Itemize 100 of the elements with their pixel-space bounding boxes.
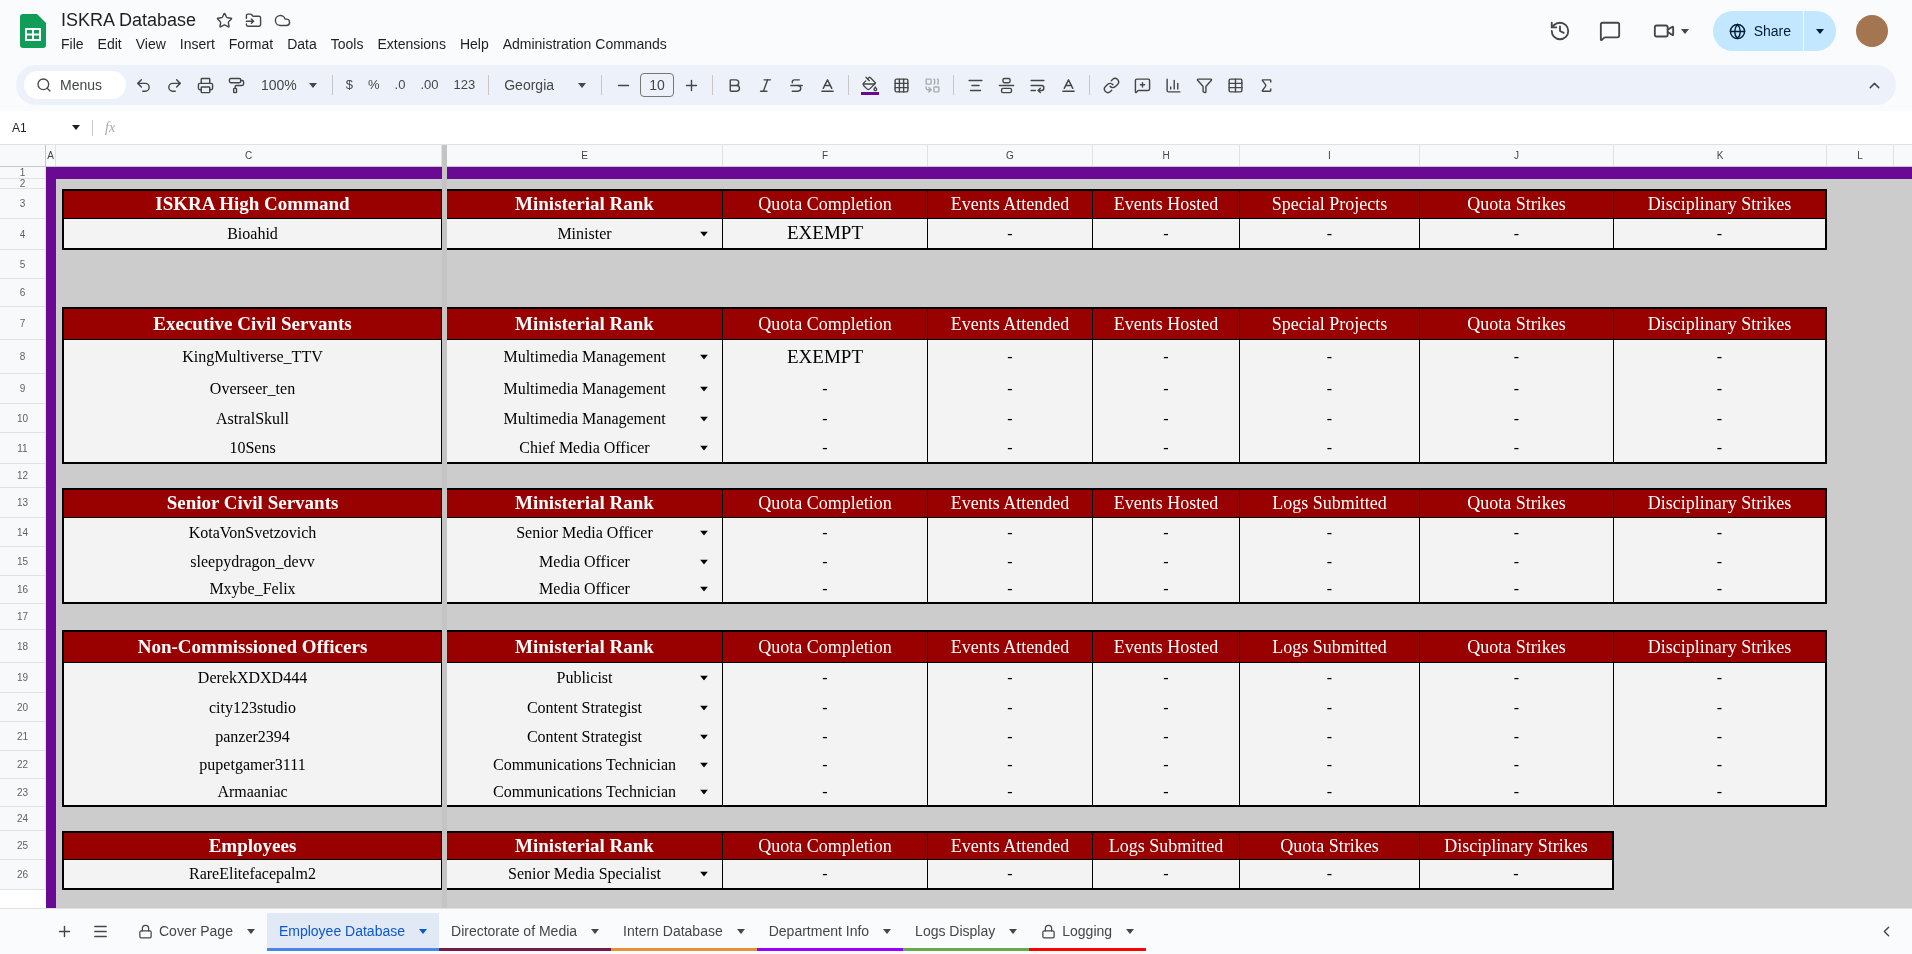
row-number[interactable]: 25 bbox=[0, 831, 46, 860]
column-letter[interactable]: L bbox=[1827, 145, 1894, 166]
menu-item[interactable]: Edit bbox=[91, 34, 128, 55]
menu-item[interactable]: Extensions bbox=[371, 34, 452, 55]
row-number[interactable]: 12 bbox=[0, 464, 46, 488]
sheet-tab[interactable]: Directorate of Media bbox=[439, 912, 612, 951]
row-number[interactable]: 20 bbox=[0, 693, 46, 722]
move-to-folder-icon[interactable] bbox=[245, 12, 263, 29]
dropdown-cell[interactable]: Multimedia Management bbox=[447, 340, 723, 374]
table-cell: - bbox=[1093, 404, 1240, 433]
dropdown-cell[interactable]: Content Strategist bbox=[447, 722, 723, 751]
menu-item[interactable]: Administration Commands bbox=[496, 34, 673, 55]
decrease-decimals-button[interactable]: .0 bbox=[388, 71, 412, 99]
percent-format-button[interactable]: % bbox=[362, 71, 386, 99]
cloud-icon[interactable] bbox=[274, 12, 292, 29]
spreadsheet-logo-icon[interactable] bbox=[20, 14, 46, 48]
table-cell: - bbox=[1240, 340, 1420, 374]
row-number[interactable]: 17 bbox=[0, 604, 46, 630]
table-cell: - bbox=[1240, 404, 1420, 433]
menu-item[interactable]: Tools bbox=[324, 34, 370, 55]
row-number[interactable]: 15 bbox=[0, 547, 46, 576]
menu-item[interactable]: Insert bbox=[173, 34, 221, 55]
dropdown-cell[interactable]: Multimedia Management bbox=[447, 404, 723, 433]
zoom-select[interactable]: 100% bbox=[253, 71, 325, 99]
document-title[interactable]: ISKRA Database bbox=[61, 7, 197, 34]
font-select[interactable]: Georgia bbox=[496, 71, 595, 99]
font-size-field[interactable]: 10 bbox=[640, 73, 675, 97]
dropdown-caret-icon bbox=[700, 559, 708, 564]
row-number[interactable]: 9 bbox=[0, 374, 46, 404]
row-number[interactable]: 19 bbox=[0, 663, 46, 693]
row-number[interactable]: 24 bbox=[0, 807, 46, 831]
row-number[interactable]: 13 bbox=[0, 488, 46, 518]
column-letter[interactable]: H bbox=[1093, 145, 1240, 166]
menu-search-field[interactable]: Menus bbox=[24, 71, 126, 99]
number-format-button[interactable]: 123 bbox=[447, 71, 482, 99]
menu-item[interactable]: Data bbox=[281, 34, 323, 55]
table-cell: - bbox=[928, 693, 1093, 722]
row-number[interactable]: 6 bbox=[0, 279, 46, 307]
row-number[interactable]: 26 bbox=[0, 860, 46, 890]
dropdown-cell[interactable]: Minister bbox=[447, 219, 723, 250]
name-box[interactable]: A1 bbox=[0, 118, 92, 137]
row-number[interactable]: 1 bbox=[0, 167, 46, 179]
currency-format-button[interactable]: $ bbox=[339, 71, 360, 99]
increase-decimals-button[interactable]: .00 bbox=[414, 71, 445, 99]
row-number[interactable]: 5 bbox=[0, 250, 46, 279]
table-cell: Armaaniac bbox=[62, 779, 442, 807]
avatar[interactable] bbox=[1856, 15, 1888, 47]
menu-item[interactable]: View bbox=[129, 34, 172, 55]
star-icon[interactable] bbox=[216, 12, 234, 29]
row-number[interactable]: 3 bbox=[0, 189, 46, 219]
caret-icon bbox=[1680, 28, 1689, 34]
menu-item[interactable]: Format bbox=[222, 34, 280, 55]
column-letter[interactable]: I bbox=[1240, 145, 1420, 166]
dropdown-cell[interactable]: Media Officer bbox=[447, 547, 723, 576]
row-number[interactable]: 14 bbox=[0, 518, 46, 547]
row-number[interactable]: 11 bbox=[0, 433, 46, 464]
row-number[interactable]: 18 bbox=[0, 630, 46, 663]
dropdown-cell[interactable]: Communications Technician bbox=[447, 751, 723, 779]
row-number[interactable]: 22 bbox=[0, 751, 46, 779]
row-number[interactable]: 2 bbox=[0, 179, 46, 189]
column-letter[interactable]: F bbox=[723, 145, 928, 166]
table-cell: - bbox=[723, 663, 928, 693]
caret-icon bbox=[308, 82, 317, 88]
sheet-tab[interactable]: Department Info bbox=[756, 912, 904, 951]
comment-icon[interactable] bbox=[1598, 20, 1621, 42]
dropdown-cell[interactable]: Chief Media Officer bbox=[447, 433, 723, 464]
column-heading: Quota Strikes bbox=[1420, 488, 1614, 518]
column-letter[interactable]: A bbox=[46, 145, 56, 166]
dropdown-cell[interactable]: Senior Media Officer bbox=[447, 518, 723, 547]
row-number[interactable]: 21 bbox=[0, 722, 46, 751]
dropdown-cell[interactable]: Communications Technician bbox=[447, 779, 723, 807]
column-letter[interactable]: K bbox=[1614, 145, 1827, 166]
row-number[interactable]: 7 bbox=[0, 307, 46, 340]
sheet-tab[interactable]: Logging bbox=[1029, 912, 1147, 951]
menu-item[interactable]: Help bbox=[453, 34, 495, 55]
column-letter[interactable]: J bbox=[1420, 145, 1614, 166]
sheet-tab[interactable]: Logs Display bbox=[903, 912, 1030, 951]
menu-item[interactable]: File bbox=[55, 34, 90, 55]
row-number[interactable]: 23 bbox=[0, 779, 46, 807]
sheet-tab[interactable]: Employee Database bbox=[266, 912, 439, 951]
column-heading: Logs Submitted bbox=[1093, 831, 1240, 860]
dropdown-cell[interactable]: Senior Media Specialist bbox=[447, 860, 723, 890]
row-number[interactable]: 4 bbox=[0, 219, 46, 250]
column-letter[interactable]: G bbox=[928, 145, 1093, 166]
row-number[interactable]: 16 bbox=[0, 576, 46, 604]
table-cell: - bbox=[1093, 779, 1240, 807]
dropdown-cell[interactable]: Media Officer bbox=[447, 576, 723, 604]
table-cell: EXEMPT bbox=[723, 219, 928, 250]
dropdown-cell[interactable]: Content Strategist bbox=[447, 693, 723, 722]
dropdown-cell[interactable]: Publicist bbox=[447, 663, 723, 693]
history-icon[interactable] bbox=[1548, 20, 1571, 42]
sheet-tab[interactable]: Cover Page bbox=[126, 912, 267, 951]
row-number[interactable]: 8 bbox=[0, 340, 46, 374]
row-number[interactable]: 10 bbox=[0, 404, 46, 433]
sheet-tab[interactable]: Intern Database bbox=[611, 912, 757, 951]
table-cell: - bbox=[723, 860, 928, 890]
column-letter[interactable]: E bbox=[447, 145, 723, 166]
dropdown-cell[interactable]: Multimedia Management bbox=[447, 374, 723, 404]
table-cell: - bbox=[1420, 340, 1614, 374]
share-button[interactable]: Share bbox=[1712, 11, 1836, 51]
